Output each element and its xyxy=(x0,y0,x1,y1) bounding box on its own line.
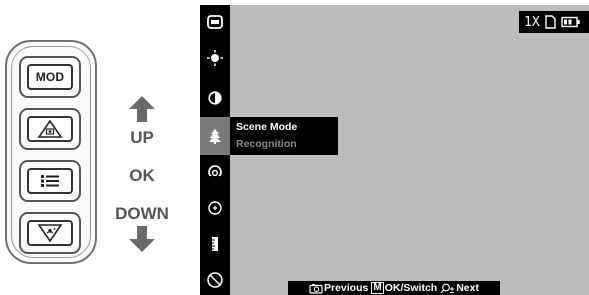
ok-label: OK xyxy=(129,166,155,185)
down-button-face xyxy=(27,220,73,246)
menu-item-target-mark[interactable] xyxy=(200,191,230,225)
popup-option-recognition[interactable]: Recognition xyxy=(236,138,297,150)
brightness-icon xyxy=(207,50,223,66)
side-menu xyxy=(200,5,230,295)
menu-button[interactable] xyxy=(19,160,81,202)
down-arrow-icon xyxy=(128,225,156,253)
menu-item-hotspot[interactable] xyxy=(200,155,230,189)
hint-next-label: Next xyxy=(456,282,479,294)
m-key-icon: M xyxy=(371,282,384,294)
disable-icon xyxy=(207,272,223,288)
zoom-magnifier-icon xyxy=(440,283,455,293)
remote-control: MOD xyxy=(5,40,97,264)
hint-previous-label: Previous xyxy=(324,282,369,294)
menu-item-display-mode[interactable] xyxy=(200,5,230,39)
menu-item-disable[interactable] xyxy=(200,263,230,295)
status-bar: 1X xyxy=(519,11,589,33)
power-triangle-icon xyxy=(37,224,63,243)
camera-icon xyxy=(309,283,323,294)
menu-button-face xyxy=(27,168,73,194)
menu-item-brightness[interactable] xyxy=(200,41,230,75)
mod-button[interactable]: MOD xyxy=(19,56,81,98)
menu-item-rangefinder[interactable] xyxy=(200,227,230,261)
hint-switch-label: OK/Switch xyxy=(384,282,438,294)
hotspot-icon xyxy=(208,165,222,179)
mod-button-label: MOD xyxy=(35,70,65,84)
menu-item-scene-mode[interactable] xyxy=(200,117,230,155)
hint-switch: M OK/Switch xyxy=(371,282,437,294)
down-label: DOWN xyxy=(115,204,169,223)
up-arrow-icon xyxy=(128,95,156,123)
down-button[interactable] xyxy=(19,212,81,254)
scene-mode-popup: Scene Mode Recognition xyxy=(230,117,338,155)
sd-card-icon xyxy=(544,15,556,29)
menu-item-contrast[interactable] xyxy=(200,81,230,115)
hint-previous: Previous xyxy=(309,282,368,294)
popup-title: Scene Mode xyxy=(236,121,298,133)
target-mark-icon xyxy=(208,201,222,215)
hint-bar: Previous M OK/Switch Next xyxy=(288,281,500,295)
rangefinder-icon xyxy=(212,237,218,251)
camera-button-face xyxy=(27,116,73,142)
display-mode-icon xyxy=(207,15,223,29)
camera-button[interactable] xyxy=(19,108,81,150)
scene-mode-icon xyxy=(209,129,221,144)
zoom-level: 1X xyxy=(524,14,540,30)
hint-next: Next xyxy=(440,282,479,294)
up-label: UP xyxy=(130,128,154,147)
camera-triangle-icon xyxy=(37,119,63,138)
device-screen: Scene Mode Recognition 1X Previous M OK/… xyxy=(200,5,589,295)
contrast-icon xyxy=(208,91,222,105)
battery-icon xyxy=(560,16,580,28)
list-menu-icon xyxy=(41,175,59,187)
mod-button-face: MOD xyxy=(27,64,73,90)
